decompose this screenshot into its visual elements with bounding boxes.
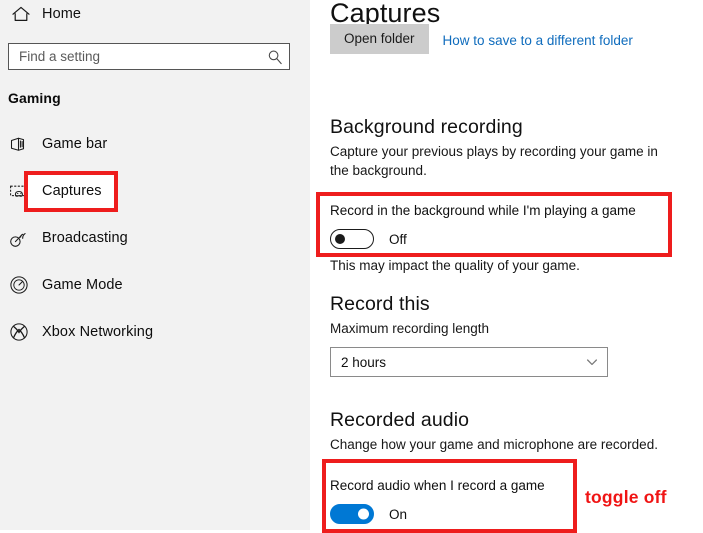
record-this-label: Maximum recording length [330, 321, 490, 336]
background-recording-toggle-state: Off [389, 231, 407, 247]
toggle-thumb [335, 234, 345, 244]
max-recording-length-value: 2 hours [341, 354, 387, 370]
main-content: Captures Open folder How to save to a di… [310, 0, 703, 530]
sidebar-item-label: Game Mode [42, 276, 123, 293]
sidebar-category-title: Gaming [8, 90, 61, 106]
toggle-thumb [358, 508, 369, 520]
background-recording-setting-label: Record in the background while I'm playi… [330, 203, 636, 218]
sidebar-nav-list: Game bar Captures Broadcasting Game Mode… [0, 120, 310, 355]
sidebar-item-game-bar[interactable]: Game bar [0, 120, 310, 167]
xbox-icon [8, 321, 30, 343]
max-recording-length-dropdown[interactable]: 2 hours [330, 347, 608, 377]
sidebar-item-broadcasting[interactable]: Broadcasting [0, 214, 310, 261]
recorded-audio-description: Change how your game and microphone are … [330, 437, 658, 452]
recorded-audio-toggle-state: On [389, 506, 408, 522]
record-this-heading: Record this [330, 293, 430, 315]
background-recording-section: Background recording Capture your previo… [330, 114, 703, 273]
sidebar: Home Gaming [0, 0, 310, 530]
chevron-down-icon [585, 355, 599, 369]
broadcasting-icon [8, 227, 30, 249]
search-input[interactable] [19, 44, 267, 69]
folder-actions-row: Open folder How to save to a different f… [330, 24, 703, 54]
sidebar-item-captures[interactable]: Captures [0, 167, 310, 214]
recorded-audio-heading: Recorded audio [330, 409, 470, 431]
home-icon [10, 4, 32, 24]
sidebar-item-xbox-networking[interactable]: Xbox Networking [0, 308, 310, 355]
sidebar-item-label: Xbox Networking [42, 323, 154, 340]
record-this-section: Record this Maximum recording length 2 h… [330, 291, 703, 377]
annotation-toggle-off-text: toggle off [585, 487, 667, 507]
background-recording-heading: Background recording [330, 116, 523, 138]
sidebar-item-label: Captures [42, 182, 102, 199]
game-mode-icon [8, 274, 30, 296]
home-nav-item[interactable]: Home [0, 0, 310, 28]
game-bar-icon [8, 133, 30, 155]
search-box[interactable] [8, 43, 290, 70]
search-icon[interactable] [267, 49, 283, 65]
sidebar-item-game-mode[interactable]: Game Mode [0, 261, 310, 308]
recorded-audio-toggle[interactable] [330, 504, 374, 524]
sidebar-item-label: Broadcasting [42, 229, 128, 246]
background-recording-toggle-row: Off [330, 229, 703, 249]
sidebar-item-label: Game bar [42, 135, 108, 152]
background-recording-description: Capture your previous plays by recording… [330, 144, 658, 178]
home-label: Home [42, 6, 82, 22]
settings-window: Home Gaming [0, 0, 703, 530]
how-to-save-link[interactable]: How to save to a different folder [443, 33, 633, 48]
open-folder-button[interactable]: Open folder [330, 24, 429, 54]
background-recording-toggle[interactable] [330, 229, 374, 249]
background-recording-note: This may impact the quality of your game… [330, 258, 580, 273]
